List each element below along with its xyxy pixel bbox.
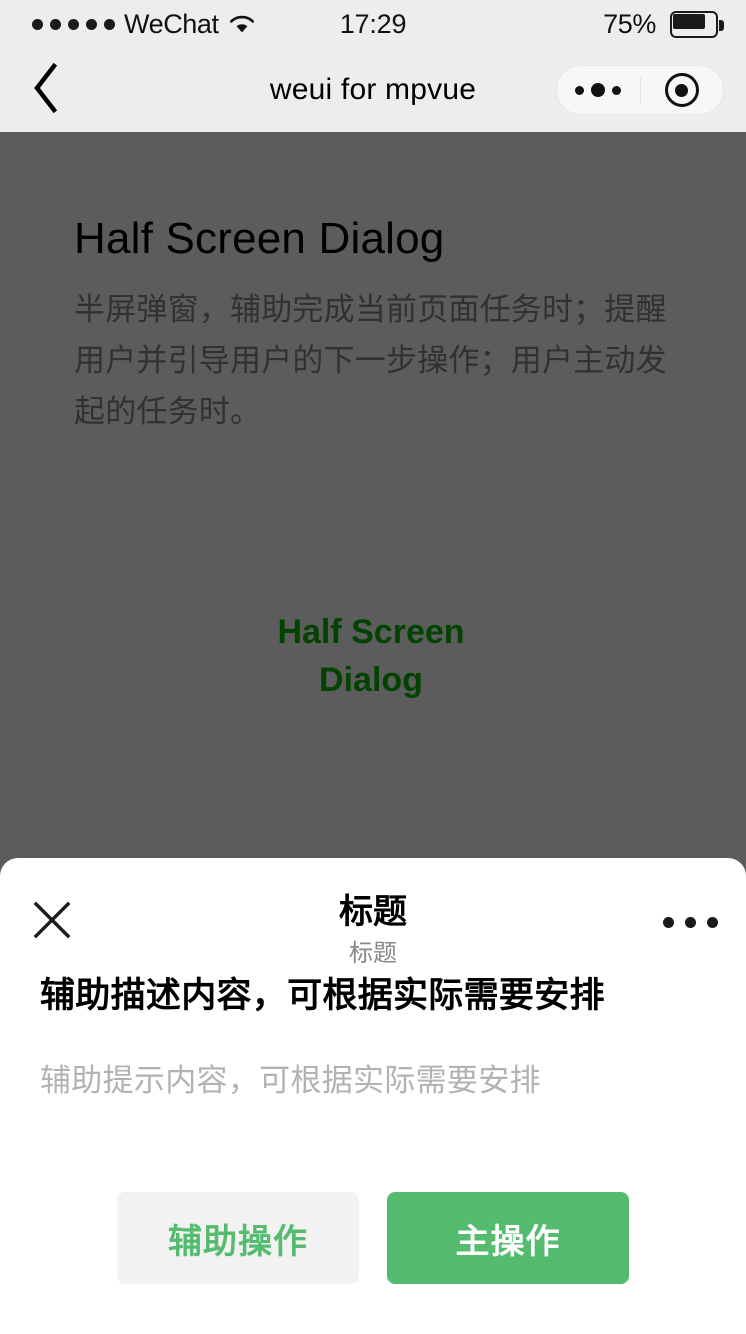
battery-icon [670,10,724,38]
close-x-icon [31,899,73,946]
menu-button[interactable] [557,66,640,114]
battery-percent-label: 75% [603,8,656,39]
status-bar-right: 75% [603,9,724,40]
close-miniprogram-button[interactable] [641,66,724,114]
dialog-close-button[interactable] [28,898,76,946]
phone-screen: WeChat 17:29 75% weui for mpvue 标题 标题 辅助… [0,0,746,1334]
dialog-description: 辅助描述内容，可根据实际需要安排 [40,976,605,1015]
navigation-bar: weui for mpvue [0,48,746,132]
dialog-tips: 辅助提示内容，可根据实际需要安排 [40,1063,541,1098]
more-dots-icon [684,916,696,928]
dialog-body: 辅助描述内容，可根据实际需要安排 辅助提示内容，可根据实际需要安排 [0,970,746,1104]
dialog-title: 标题 [339,893,407,931]
primary-action-button[interactable]: 主操作 [387,1192,629,1284]
dialog-subtitle: 标题 [349,940,397,967]
capsule-button-bar [556,65,724,115]
more-dots-icon [662,916,674,928]
more-dots-icon [575,83,622,97]
dialog-header: 标题 标题 [0,858,746,970]
secondary-action-button[interactable]: 辅助操作 [117,1192,359,1284]
dialog-more-button[interactable] [662,906,718,938]
dialog-title-group: 标题 标题 [120,890,626,972]
half-screen-dialog: 标题 标题 辅助描述内容，可根据实际需要安排 辅助提示内容，可根据实际需要安排 … [0,858,746,1334]
target-circle-icon [664,73,699,107]
status-bar: WeChat 17:29 75% [0,0,746,48]
dialog-footer: 辅助操作 主操作 [0,1192,746,1284]
more-dots-icon [706,916,718,928]
